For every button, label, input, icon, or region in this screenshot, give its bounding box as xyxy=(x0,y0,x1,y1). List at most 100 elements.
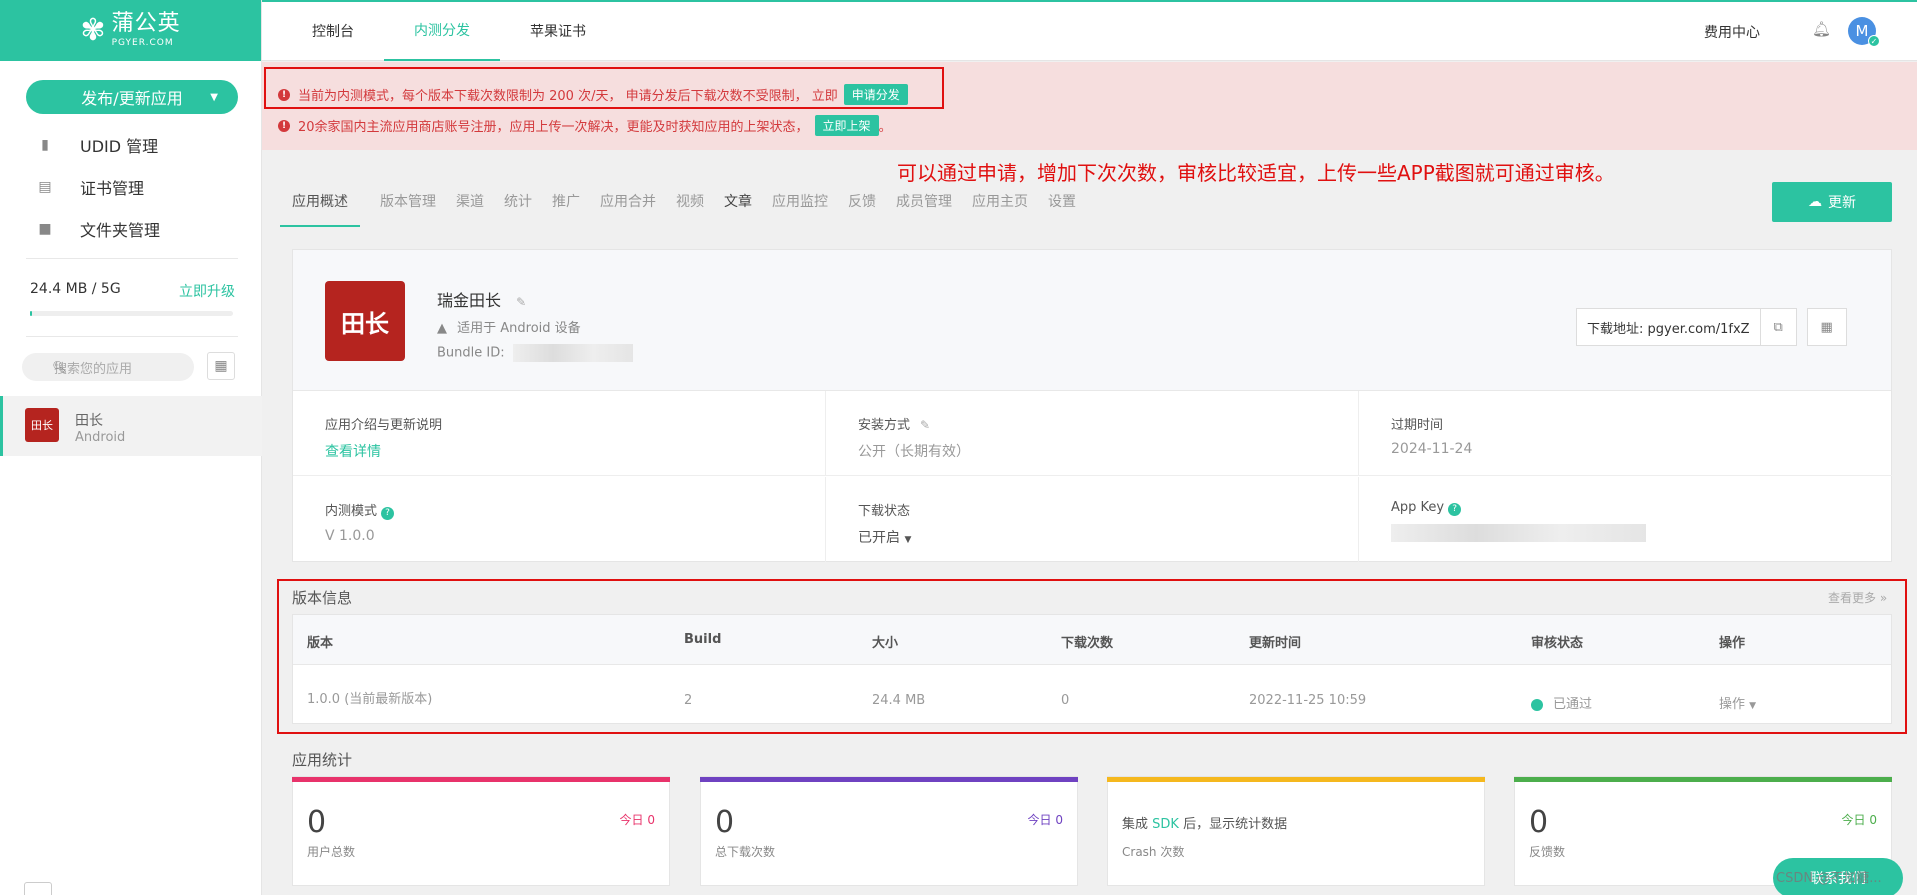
sdk-link[interactable]: SDK xyxy=(1152,817,1179,832)
tab-versions[interactable]: 版本管理 xyxy=(380,191,436,227)
top-navbar: 控制台 内测分发 苹果证书 费用中心 🔔︎ M ✓ xyxy=(262,0,1917,61)
grid-view-button[interactable]: ▦ xyxy=(207,352,235,380)
tab-members[interactable]: 成员管理 xyxy=(896,191,952,227)
list-now-button[interactable]: 立即上架 xyxy=(814,115,879,136)
stat-number: 0 xyxy=(715,805,735,840)
app-platform: 适用于 Android 设备 xyxy=(457,321,581,336)
tab-merge[interactable]: 应用合并 xyxy=(600,191,656,227)
bundle-label: Bundle ID: xyxy=(437,345,505,361)
stat-card-crash: 集成 SDK 后，显示统计数据 Crash 次数 xyxy=(1107,776,1485,886)
info-label: 过期时间 xyxy=(1391,418,1444,433)
tab-console[interactable]: 控制台 xyxy=(312,0,354,61)
tab-article[interactable]: 文章 xyxy=(724,191,752,227)
stat-label: 总下载次数 xyxy=(715,845,776,859)
app-header: 田长 瑞金田长 ✎ ▲ 适用于 Android 设备 Bundle ID: 下载… xyxy=(293,250,1891,391)
watermark: CSDN @不加糖... xyxy=(1776,871,1882,886)
info-value: 2024-11-24 xyxy=(1391,441,1473,457)
cloud-upload-icon: ☁ xyxy=(1808,194,1822,210)
tab-promotion[interactable]: 推广 xyxy=(552,191,580,227)
help-icon[interactable]: ? xyxy=(1448,503,1462,516)
info-intro: 应用介绍与更新说明 查看详情 xyxy=(293,391,826,476)
logo-name: 蒲公英 xyxy=(111,11,181,36)
sidebar-item-folder[interactable]: ■ 文件夹管理 xyxy=(0,208,262,250)
sidebar-app-name: 田长 xyxy=(75,413,103,429)
verified-icon: ✓ xyxy=(1868,35,1880,47)
caret-down-icon: ▼ xyxy=(210,91,218,103)
publish-label: 发布/更新应用 xyxy=(81,89,183,108)
alert-tail: 。 xyxy=(878,120,892,135)
sidebar-menu: ▮ UDID 管理 ▤ 证书管理 ■ 文件夹管理 xyxy=(0,124,262,250)
download-url[interactable]: 下载地址: pgyer.com/1fxZ xyxy=(1576,308,1761,346)
info-label: 安装方式 ✎ xyxy=(858,418,931,433)
storage-progress-bar xyxy=(30,311,233,316)
certificate-icon: ▤ xyxy=(38,179,52,195)
stat-number: 0 xyxy=(1529,805,1549,840)
fee-center-link[interactable]: 费用中心 xyxy=(1704,22,1760,42)
stat-label: 用户总数 xyxy=(307,845,356,859)
annotation-text: 可以通过申请，增加下次次数，审核比较适宜，上传一些APP截图就可通过审核。 xyxy=(897,161,1615,185)
view-details-link[interactable]: 查看详情 xyxy=(325,441,825,461)
stat-color-bar xyxy=(1107,777,1485,782)
stat-color-bar xyxy=(292,777,670,782)
collapse-button[interactable] xyxy=(24,882,52,895)
info-label: 应用介绍与更新说明 xyxy=(325,418,443,433)
upgrade-link[interactable]: 立即升级 xyxy=(179,281,235,301)
sidebar-item-certificate[interactable]: ▤ 证书管理 xyxy=(0,166,262,208)
blurred-bundle-id xyxy=(512,344,633,362)
tab-overview[interactable]: 应用概述 xyxy=(280,191,360,227)
tab-monitor[interactable]: 应用监控 xyxy=(772,191,828,227)
publish-button[interactable]: 发布/更新应用 ▼ xyxy=(26,80,238,114)
tab-video[interactable]: 视频 xyxy=(676,191,704,227)
tab-apple-certificate[interactable]: 苹果证书 xyxy=(530,0,586,61)
bell-icon[interactable]: 🔔︎ xyxy=(1812,20,1831,38)
divider xyxy=(26,258,238,259)
storage-info: 24.4 MB / 5G 立即升级 xyxy=(30,281,235,301)
logo-domain: PGYER.COM xyxy=(111,38,174,48)
sidebar-item-label: 文件夹管理 xyxy=(80,221,161,240)
info-download-status: 下载状态 已开启 ▼ xyxy=(826,477,1359,562)
copy-icon[interactable]: ⧉ xyxy=(1760,308,1797,346)
folder-icon: ■ xyxy=(38,221,52,237)
tab-stats[interactable]: 统计 xyxy=(504,191,532,227)
qr-code-icon[interactable]: ▦ xyxy=(1806,308,1847,346)
edit-icon[interactable]: ✎ xyxy=(920,418,930,432)
info-expire: 过期时间 2024-11-24 xyxy=(1359,391,1892,476)
stat-today: 今日 0 xyxy=(619,813,655,827)
stat-label: Crash 次数 xyxy=(1122,845,1185,859)
tab-settings[interactable]: 设置 xyxy=(1048,191,1076,227)
help-icon[interactable]: ? xyxy=(381,507,395,520)
stat-message: 集成 SDK 后，显示统计数据 xyxy=(1122,817,1288,832)
sidebar-item-udid[interactable]: ▮ UDID 管理 xyxy=(0,124,262,166)
download-status-dropdown[interactable]: 已开启 ▼ xyxy=(858,527,1358,547)
info-value: V 1.0.0 xyxy=(325,528,375,544)
bundle-id-row: Bundle ID: xyxy=(437,344,633,362)
info-install: 安装方式 ✎ 公开（长期有效） xyxy=(826,391,1359,476)
app-tabs: 应用概述 版本管理 渠道 统计 推广 应用合并 视频 文章 应用监控 反馈 成员… xyxy=(280,191,1096,227)
app-thumbnail: 田长 xyxy=(25,408,59,442)
tab-channels[interactable]: 渠道 xyxy=(456,191,484,227)
tab-homepage[interactable]: 应用主页 xyxy=(972,191,1028,227)
edit-icon[interactable]: ✎ xyxy=(516,295,526,309)
avatar-letter: M xyxy=(1855,22,1869,40)
stat-card-downloads: 0 总下载次数 今日 0 xyxy=(700,776,1078,886)
dandelion-icon: ✾ xyxy=(80,13,106,48)
grid-icon: ▦ xyxy=(214,358,228,374)
stat-today: 今日 0 xyxy=(1841,813,1877,827)
search-icon: 🔍︎ xyxy=(52,360,68,374)
exclamation-icon: ! xyxy=(278,119,290,132)
tab-beta-distribution[interactable]: 内测分发 xyxy=(384,0,500,61)
logo[interactable]: ✾ 蒲公英 PGYER.COM xyxy=(0,0,261,61)
update-button[interactable]: ☁ 更新 xyxy=(1772,182,1892,222)
update-label: 更新 xyxy=(1828,195,1856,211)
sidebar-app-item[interactable]: 田长 田长 Android xyxy=(0,396,262,456)
storage-progress-fill xyxy=(30,311,33,316)
tab-feedback[interactable]: 反馈 xyxy=(848,191,876,227)
app-platform-row: ▲ 适用于 Android 设备 xyxy=(437,317,581,336)
sidebar-item-label: 证书管理 xyxy=(80,179,145,198)
avatar[interactable]: M ✓ xyxy=(1848,17,1880,47)
search-input[interactable]: 🔍︎ 搜索您的应用 xyxy=(22,353,194,381)
info-mode: 内测模式? V 1.0.0 xyxy=(293,477,826,562)
app-name: 瑞金田长 xyxy=(437,291,502,310)
sidebar: ✾ 蒲公英 PGYER.COM 发布/更新应用 ▼ ▮ UDID 管理 ▤ 证书… xyxy=(0,0,262,895)
download-address: 下载地址: pgyer.com/1fxZ ⧉ ▦ xyxy=(1576,308,1847,346)
